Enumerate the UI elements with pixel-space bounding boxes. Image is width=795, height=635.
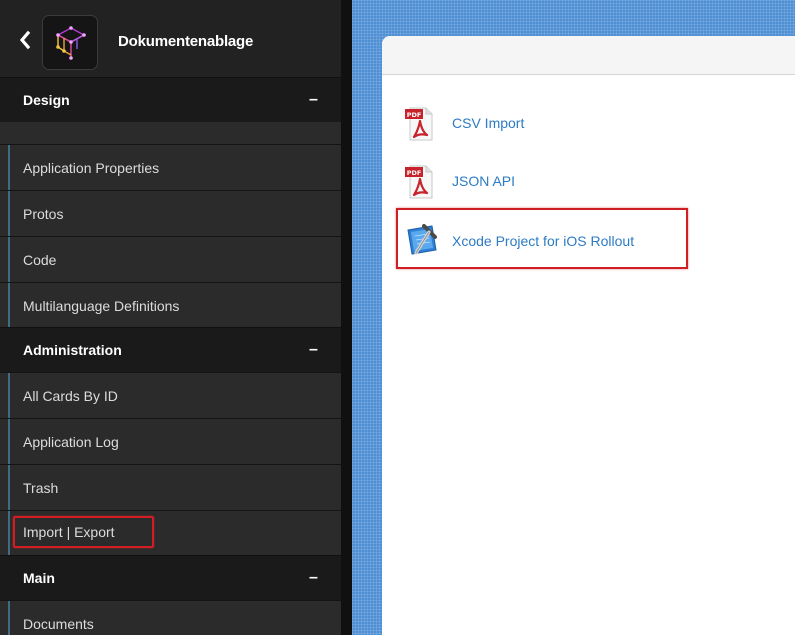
sidebar: Dokumentenablage Design – Application Pr… <box>0 0 341 635</box>
document-item-json-api[interactable]: PDF JSON API <box>404 164 564 199</box>
section-header-administration[interactable]: Administration – <box>0 327 341 372</box>
panel-header <box>382 36 795 75</box>
sidebar-item-label: Trash <box>23 480 59 496</box>
document-link[interactable]: CSV Import <box>452 115 524 131</box>
sidebar-item-label: Application Properties <box>23 160 160 176</box>
app-logo <box>42 15 98 70</box>
svg-text:PDF: PDF <box>407 169 422 177</box>
sidebar-item-label: All Cards By ID <box>23 388 118 404</box>
sidebar-item-application-properties[interactable]: Application Properties <box>0 144 341 190</box>
sidebar-divider <box>341 0 352 635</box>
svg-text:PDF: PDF <box>407 111 422 119</box>
section-header-main[interactable]: Main – <box>0 555 341 600</box>
sidebar-item-label: Code <box>23 252 57 268</box>
highlight-box <box>13 516 154 548</box>
highlight-box <box>396 208 688 269</box>
back-icon[interactable] <box>18 30 32 50</box>
app-header: Dokumentenablage <box>0 0 341 77</box>
sidebar-item-label: Multilanguage Definitions <box>23 298 180 314</box>
sidebar-item-label: Application Log <box>23 434 119 450</box>
sidebar-item-code[interactable]: Code <box>0 236 341 282</box>
document-item-csv-import[interactable]: PDF CSV Import <box>404 106 564 141</box>
section-header-design[interactable]: Design – <box>0 77 341 122</box>
collapse-icon[interactable]: – <box>309 91 318 109</box>
sidebar-item-all-cards-by-id[interactable]: All Cards By ID <box>0 372 341 418</box>
collapse-icon[interactable]: – <box>309 569 318 587</box>
document-panel: PDF CSV Import PDF JSON API Xcode Projec… <box>382 36 795 635</box>
app-title: Dokumentenablage <box>118 33 254 50</box>
collapse-icon[interactable]: – <box>309 341 318 359</box>
pdf-icon: PDF <box>404 106 436 147</box>
section-title: Design <box>23 92 70 108</box>
document-link[interactable]: JSON API <box>452 173 515 189</box>
sidebar-item-protos[interactable]: Protos <box>0 190 341 236</box>
sidebar-item-multilanguage-definitions[interactable]: Multilanguage Definitions <box>0 282 341 328</box>
sidebar-item-application-log[interactable]: Application Log <box>0 418 341 464</box>
pdf-icon: PDF <box>404 164 436 205</box>
section-title: Main <box>23 570 55 586</box>
sidebar-item-label: Protos <box>23 206 64 222</box>
sidebar-item-documents[interactable]: Documents <box>0 600 341 635</box>
sidebar-item-trash[interactable]: Trash <box>0 464 341 510</box>
sidebar-item-label: Documents <box>23 616 94 632</box>
section-title: Administration <box>23 342 122 358</box>
